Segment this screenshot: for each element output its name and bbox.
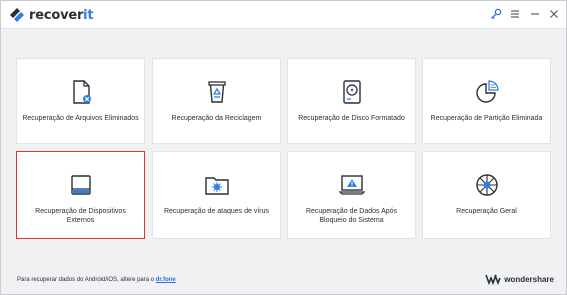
drfone-link[interactable]: dr.fone <box>156 277 176 283</box>
virus-folder-icon <box>204 172 230 198</box>
close-icon[interactable] <box>547 7 561 21</box>
external-drive-icon <box>68 172 94 198</box>
card-external-devices-recovery[interactable]: Recuperação de Dispositivos Externos <box>16 151 145 239</box>
card-system-crash-recovery[interactable]: Recuperação de Dados Após Bloqueio do Si… <box>287 151 416 239</box>
mobile-recovery-hint: Para recuperar dados do Android/iOS, alt… <box>17 277 176 283</box>
system-crash-icon <box>338 172 365 198</box>
all-around-recovery-icon <box>474 172 500 198</box>
app-logo: recoverit <box>8 6 94 24</box>
hint-text: Para recuperar dados do Android/iOS, alt… <box>17 277 155 283</box>
app-window: recoverit Recuperação de Arquivos Elimin… <box>0 0 567 295</box>
card-label: Recuperação de ataques de vírus <box>163 208 270 215</box>
partition-pie-icon <box>474 79 500 105</box>
card-virus-attack-recovery[interactable]: Recuperação de ataques de vírus <box>152 151 281 239</box>
card-label: Recuperação de Dispositivos Externos <box>35 208 126 224</box>
title-bar: recoverit <box>1 1 566 29</box>
card-recycle-bin-recovery[interactable]: Recuperação da Reciclagem <box>152 58 281 144</box>
card-label: Recuperação de Dados Após Bloqueio do Si… <box>305 208 398 224</box>
card-label: Recuperação de Partição Eliminada <box>430 115 543 122</box>
recycle-bin-icon <box>204 79 230 105</box>
card-label: Recuperação da Reciclagem <box>171 115 262 122</box>
deleted-file-icon <box>68 79 94 105</box>
card-label: Recuperação Geral <box>456 208 517 215</box>
wondershare-logo-icon <box>485 274 501 285</box>
app-name: recoverit <box>29 7 94 23</box>
wondershare-brand: wondershare <box>485 273 554 285</box>
card-formatted-disk-recovery[interactable]: Recuperação de Disco Formatado <box>287 58 416 144</box>
card-all-around-recovery[interactable]: Recuperação Geral <box>422 151 551 239</box>
key-icon[interactable] <box>489 7 503 21</box>
recoverit-logo-icon <box>10 8 24 22</box>
formatted-disk-icon <box>339 79 365 105</box>
minimize-icon[interactable] <box>528 7 542 21</box>
brand-name: wondershare <box>504 274 554 284</box>
menu-icon[interactable] <box>508 7 522 21</box>
card-deleted-files-recovery[interactable]: Recuperação de Arquivos Eliminados <box>16 58 145 144</box>
card-deleted-partition-recovery[interactable]: Recuperação de Partição Eliminada <box>422 58 551 144</box>
card-label: Recuperação de Arquivos Eliminados <box>22 115 139 122</box>
card-label: Recuperação de Disco Formatado <box>298 115 405 122</box>
